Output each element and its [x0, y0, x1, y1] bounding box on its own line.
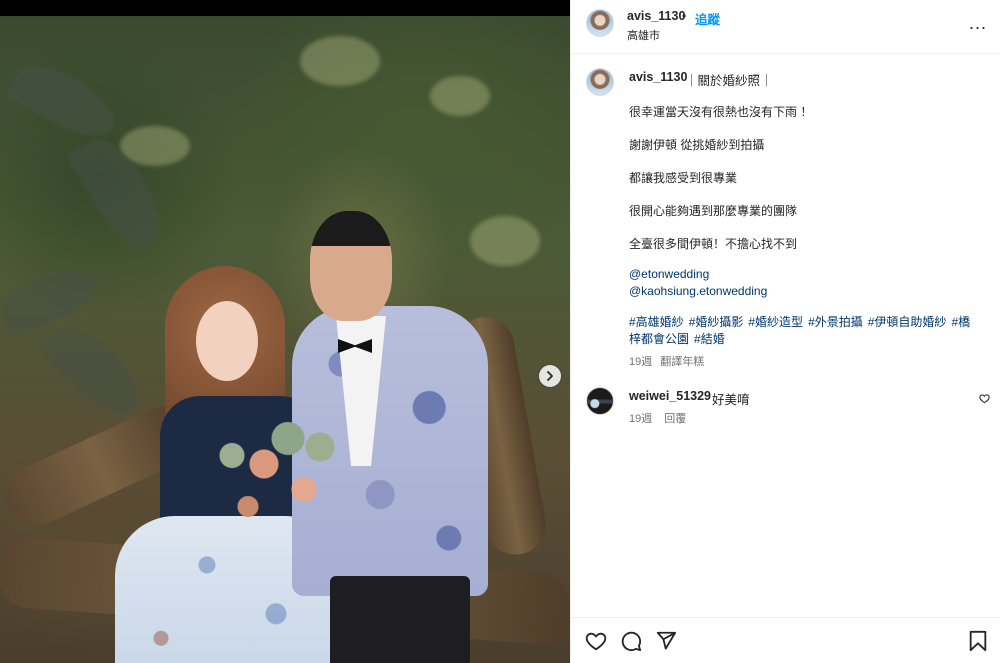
reply-button[interactable]: 回覆: [664, 413, 686, 425]
hashtag-link[interactable]: #婚紗造型: [748, 315, 803, 329]
hashtag-link[interactable]: #高雄婚紗: [629, 315, 684, 329]
bookmark-icon[interactable]: [968, 630, 988, 652]
caption-line: 都讓我感受到很專業: [629, 171, 738, 185]
post-side-panel: avis_1130 • 追蹤 高雄市 ... avis_1130 ｜關於婚紗照｜…: [570, 0, 1000, 663]
mention-link[interactable]: @etonwedding: [629, 267, 709, 281]
caption-line: 謝謝伊頓 從挑婚紗到拍攝: [629, 138, 765, 152]
commenter-avatar[interactable]: [586, 387, 614, 415]
post-photo: [0, 0, 570, 663]
send-icon[interactable]: [655, 630, 677, 652]
comment-age: 19週: [629, 413, 653, 425]
caption-age: 19週: [629, 356, 653, 368]
hashtag-link[interactable]: #外景拍攝: [808, 315, 863, 329]
caption-title: ｜關於婚紗照｜: [685, 74, 773, 88]
caption-avatar[interactable]: [586, 68, 614, 96]
caption-line: 全臺很多間伊頓！不擔心找不到: [629, 237, 798, 251]
post-header: avis_1130 • 追蹤 高雄市 ...: [571, 0, 1000, 54]
location-link[interactable]: 高雄市: [627, 27, 660, 43]
caption-username[interactable]: avis_1130: [629, 70, 687, 84]
author-username[interactable]: avis_1130: [627, 9, 685, 23]
caption-meta: 19週 翻譯年糕: [629, 353, 704, 369]
next-photo-button[interactable]: [539, 365, 561, 387]
separator-dot: •: [682, 9, 687, 23]
commenter-username[interactable]: weiwei_51329: [629, 389, 711, 403]
hashtag-list: #高雄婚紗 #婚紗攝影 #婚紗造型 #外景拍攝 #伊頓自助婚紗 #橋梓都會公園 #結婚: [629, 314, 971, 348]
translate-button[interactable]: 翻譯年糕: [660, 356, 704, 368]
comment-icon[interactable]: [620, 630, 642, 652]
comment-text: 好美唷: [712, 393, 750, 407]
hashtag-link[interactable]: #伊頓自助婚紗: [868, 315, 947, 329]
caption-line: 很幸運當天沒有很熱也沒有下雨 ！: [629, 105, 813, 119]
more-options-icon[interactable]: ...: [969, 13, 987, 34]
comment-like-heart-icon[interactable]: [979, 393, 990, 404]
wedding-photo-image: [0, 16, 570, 663]
hashtag-link[interactable]: #婚紗攝影: [689, 315, 744, 329]
avatar[interactable]: [586, 9, 614, 37]
follow-button[interactable]: 追蹤: [695, 9, 720, 28]
comment-meta: 19週 回覆: [629, 410, 686, 426]
instagram-post-view: avis_1130 • 追蹤 高雄市 ... avis_1130 ｜關於婚紗照｜…: [0, 0, 1000, 663]
photo-top-bar: [0, 0, 570, 16]
post-actions-bar: [571, 617, 1000, 663]
caption-line: 很開心能夠遇到那麼專業的團隊: [629, 204, 798, 218]
heart-icon[interactable]: [585, 630, 607, 652]
hashtag-link[interactable]: #結婚: [694, 332, 725, 346]
chevron-right-icon: [547, 371, 553, 381]
mention-link[interactable]: @kaohsiung.etonwedding: [629, 284, 767, 298]
